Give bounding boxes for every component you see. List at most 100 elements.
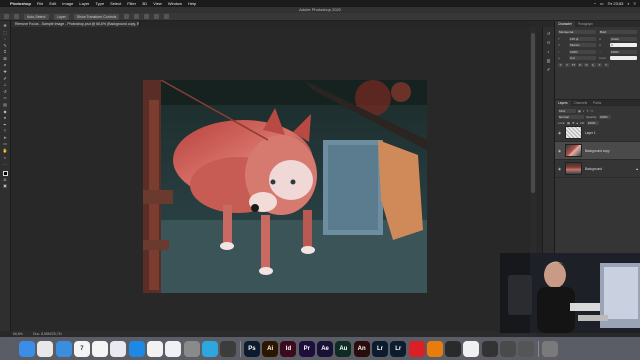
history-panel-icon[interactable]: ↺ xyxy=(546,31,552,36)
eyedropper-tool-icon[interactable]: ⌀ xyxy=(2,63,8,68)
distribute-icon[interactable] xyxy=(154,14,160,19)
visibility-eye-icon[interactable]: ◉ xyxy=(558,131,562,135)
auto-select-checkbox[interactable]: Auto-Select: xyxy=(24,13,50,20)
tab-paragraph[interactable]: Paragraph xyxy=(575,21,596,27)
dock-animate-icon[interactable]: An xyxy=(353,340,370,357)
menu-edit[interactable]: Edit xyxy=(49,1,56,6)
more-options-icon[interactable] xyxy=(164,14,170,19)
blur-tool-icon[interactable]: ◆ xyxy=(2,109,8,114)
dock-trash-icon[interactable] xyxy=(541,340,558,357)
tab-paths[interactable]: Paths xyxy=(590,100,604,106)
dock-app-store-icon[interactable] xyxy=(128,340,145,357)
path-select-icon[interactable]: ➤ xyxy=(2,135,8,140)
lock-all-icon[interactable]: 🔒︎ xyxy=(577,121,579,125)
wifi-icon[interactable]: ◔ xyxy=(593,1,595,6)
dock-calendar-icon[interactable]: 7 xyxy=(73,340,90,357)
menu-image[interactable]: Image xyxy=(62,1,73,6)
font-style-select[interactable]: Bold xyxy=(599,30,637,34)
history-brush-icon[interactable]: ↺ xyxy=(2,89,8,94)
dock-blender-icon[interactable] xyxy=(426,340,443,357)
kerning-field[interactable]: Metrics xyxy=(569,43,596,47)
dock-scripts-icon[interactable] xyxy=(220,340,237,357)
quick-mask-icon[interactable]: ◘ xyxy=(2,177,8,182)
libraries-panel-icon[interactable]: ▥ xyxy=(546,58,552,63)
align-right-icon[interactable] xyxy=(144,14,150,19)
fill-field[interactable]: 100% xyxy=(586,120,599,125)
dock-photoshop-icon[interactable]: Ps xyxy=(243,340,260,357)
foreground-color-swatch[interactable] xyxy=(2,170,8,176)
healing-brush-icon[interactable]: ✚ xyxy=(2,69,8,74)
lock-pixels-icon[interactable]: ▦ xyxy=(567,121,570,125)
dock-notes-icon[interactable] xyxy=(92,340,109,357)
font-size-field[interactable]: 125 pt xyxy=(569,36,596,41)
layer-row-background[interactable]: ◉ Background 🔒︎ xyxy=(555,160,640,178)
type-tool-icon[interactable]: T xyxy=(2,128,8,133)
dock-photos-icon[interactable] xyxy=(147,340,164,357)
faux-bold-button[interactable]: T xyxy=(558,62,563,67)
menu-select[interactable]: Select xyxy=(110,1,121,6)
show-transform-checkbox[interactable]: Show Transform Controls xyxy=(73,13,120,20)
move-tool-icon[interactable]: ✥ xyxy=(2,23,8,28)
text-color-swatch[interactable] xyxy=(610,56,637,60)
eraser-tool-icon[interactable]: ▱ xyxy=(2,95,8,100)
menu-layer[interactable]: Layer xyxy=(79,1,89,6)
dock-itunes-icon[interactable] xyxy=(165,340,182,357)
tab-channels[interactable]: Channels xyxy=(571,100,590,106)
all-caps-button[interactable]: TT xyxy=(571,62,576,67)
move-tool-icon[interactable] xyxy=(14,14,19,19)
opacity-field[interactable]: 100% xyxy=(599,114,612,119)
filter-type-icon[interactable]: T xyxy=(587,109,589,113)
underline-button[interactable]: T xyxy=(597,62,602,67)
hand-tool-icon[interactable]: ✋ xyxy=(2,148,8,153)
layer-row-layer-1[interactable]: ◉ Layer 1 xyxy=(555,124,640,142)
menu-filter[interactable]: Filter xyxy=(127,1,136,6)
quick-select-tool-icon[interactable]: ✎ xyxy=(2,43,8,48)
properties-panel-icon[interactable]: ☷ xyxy=(546,40,552,45)
battery-icon[interactable]: ▭ xyxy=(600,1,604,6)
dock-camera-icon[interactable] xyxy=(481,340,498,357)
dock-chrome-icon[interactable] xyxy=(37,340,54,357)
subscript-button[interactable]: T₁ xyxy=(590,62,596,67)
layer-select-dropdown[interactable]: Layer xyxy=(54,13,69,20)
dock-final-cut-icon[interactable] xyxy=(445,340,462,357)
scrollbar-thumb[interactable] xyxy=(531,33,535,193)
layer-lock-icon[interactable]: 🔒︎ xyxy=(636,167,638,171)
pen-tool-icon[interactable]: ✒ xyxy=(2,122,8,127)
visibility-eye-icon[interactable]: ◉ xyxy=(558,149,562,153)
dock-illustrator-icon[interactable]: Ai xyxy=(262,340,279,357)
dock-premiere-icon[interactable]: Pr xyxy=(298,340,315,357)
brush-settings-icon[interactable]: ✐ xyxy=(546,67,552,72)
menu-view[interactable]: View xyxy=(153,1,162,6)
horizontal-scale-field[interactable]: 100% xyxy=(610,49,637,54)
strikethrough-button[interactable]: T xyxy=(603,62,609,67)
align-left-icon[interactable] xyxy=(124,14,130,19)
rectangle-tool-icon[interactable]: ▭ xyxy=(2,141,8,146)
vertical-scale-field[interactable]: 100% xyxy=(569,49,596,54)
layer-row-background-copy[interactable]: ◉ Background copy xyxy=(555,142,640,160)
small-caps-button[interactable]: Tt xyxy=(577,62,583,67)
menu-type[interactable]: Type xyxy=(95,1,104,6)
blend-mode-select[interactable]: Normal xyxy=(558,114,584,119)
dodge-tool-icon[interactable]: ● xyxy=(2,115,8,120)
menu-clock[interactable]: Пт 23:53 xyxy=(608,1,624,6)
menu-window[interactable]: Window xyxy=(168,1,182,6)
leading-field[interactable]: (Auto) xyxy=(610,36,637,41)
more-tools-icon[interactable]: … xyxy=(2,161,8,166)
filter-shape-icon[interactable]: ▭ xyxy=(591,109,594,113)
lock-position-icon[interactable]: ✥ xyxy=(572,121,575,125)
tab-layers[interactable]: Layers xyxy=(555,100,571,106)
lasso-tool-icon[interactable]: ◌ xyxy=(2,36,8,41)
tracking-field[interactable]: 0 xyxy=(610,43,637,47)
dock-after-effects-icon[interactable]: Ae xyxy=(317,340,334,357)
align-center-icon[interactable] xyxy=(134,14,140,19)
dock-telegram-icon[interactable] xyxy=(201,340,218,357)
dock-motion-icon[interactable] xyxy=(463,340,480,357)
dock-calculator-icon[interactable] xyxy=(518,340,535,357)
menu-file[interactable]: File xyxy=(37,1,43,6)
menu-3d[interactable]: 3D xyxy=(142,1,147,6)
gradient-tool-icon[interactable]: ▤ xyxy=(2,102,8,107)
screen-mode-icon[interactable]: ▣ xyxy=(2,184,8,189)
clone-stamp-icon[interactable]: ⊥ xyxy=(2,82,8,87)
filter-adjustment-icon[interactable]: ◐ xyxy=(583,109,585,113)
frame-tool-icon[interactable]: ⊠ xyxy=(2,56,8,61)
